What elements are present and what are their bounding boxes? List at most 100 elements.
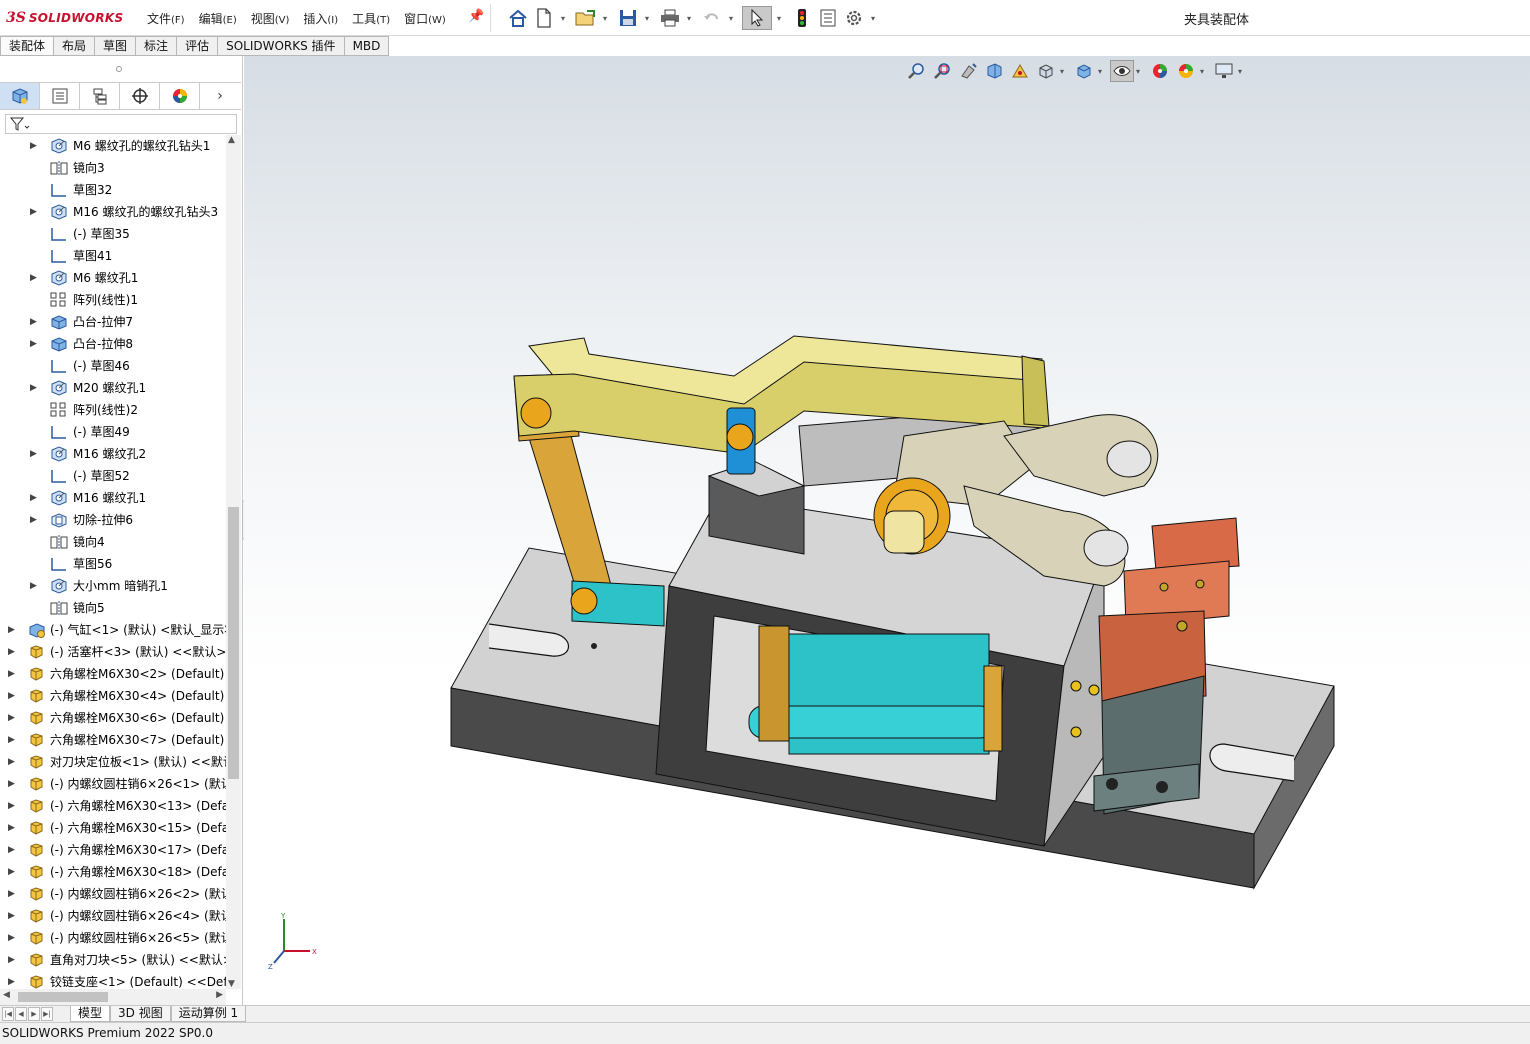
tree-item[interactable]: ▶ (-) 内螺纹圆柱销6×26<1> (默认: [0, 773, 226, 795]
expand-arrow-icon[interactable]: ▶: [30, 377, 40, 399]
horizontal-scroll-thumb[interactable]: [18, 992, 108, 1002]
command-tab-4[interactable]: 评估: [177, 36, 219, 56]
tree-item[interactable]: 草图41: [0, 245, 226, 267]
tree-item[interactable]: ▶ 对刀块定位板<1> (默认) <<默认: [0, 751, 226, 773]
new-document-icon[interactable]: [532, 6, 556, 30]
tree-item[interactable]: ▶ M16 螺纹孔的螺纹孔钻头3: [0, 201, 226, 223]
last-tab-arrow[interactable]: ▶|: [41, 1007, 53, 1021]
new-dropdown-arrow[interactable]: ▾: [558, 14, 568, 23]
scroll-right-arrow[interactable]: ▶: [216, 990, 223, 1000]
select-pointer-icon[interactable]: [742, 6, 772, 30]
expand-arrow-icon[interactable]: ▶: [8, 949, 18, 971]
panel-grip-handle[interactable]: [116, 66, 122, 72]
command-tab-2[interactable]: 草图: [95, 36, 137, 56]
expand-arrow-icon[interactable]: ▶: [30, 135, 40, 157]
command-tab-5[interactable]: SOLIDWORKS 插件: [218, 36, 345, 56]
expand-arrow-icon[interactable]: ▶: [30, 443, 40, 465]
tree-item[interactable]: 草图56: [0, 553, 226, 575]
scroll-up-arrow[interactable]: ▲: [228, 135, 235, 145]
tree-item[interactable]: ▶ (-) 活塞杆<3> (默认) <<默认>_: [0, 641, 226, 663]
tree-item[interactable]: ▶ (-) 气缸<1> (默认) <默认_显示状: [0, 619, 226, 641]
expand-arrow-icon[interactable]: ▶: [8, 839, 18, 861]
command-tab-0[interactable]: 装配体: [0, 36, 55, 56]
tree-item[interactable]: ▶ (-) 内螺纹圆柱销6×26<2> (默认: [0, 883, 226, 905]
tree-item[interactable]: (-) 草图52: [0, 465, 226, 487]
tree-item[interactable]: ▶ 切除-拉伸6: [0, 509, 226, 531]
home-icon[interactable]: [506, 6, 530, 30]
propertymanager-tab[interactable]: [40, 83, 80, 109]
options-dropdown-arrow[interactable]: ▾: [868, 14, 878, 23]
expand-arrow-icon[interactable]: ▶: [8, 795, 18, 817]
expand-arrow-icon[interactable]: ▶: [8, 663, 18, 685]
rebuild-traffic-light-icon[interactable]: [790, 6, 814, 30]
tree-item[interactable]: ▶ (-) 内螺纹圆柱销6×26<4> (默认: [0, 905, 226, 927]
expand-arrow-icon[interactable]: ▶: [30, 487, 40, 509]
expand-arrow-icon[interactable]: ▶: [8, 707, 18, 729]
tree-item[interactable]: ▶ 六角螺栓M6X30<6> (Default) -: [0, 707, 226, 729]
tree-item[interactable]: ▶ 大小mm 暗销孔1: [0, 575, 226, 597]
tree-item[interactable]: ▶ (-) 六角螺栓M6X30<13> (Defa: [0, 795, 226, 817]
tree-item[interactable]: 草图32: [0, 179, 226, 201]
expand-arrow-icon[interactable]: ▶: [30, 201, 40, 223]
tree-item[interactable]: ▶ (-) 六角螺栓M6X30<17> (Defa: [0, 839, 226, 861]
expand-arrow-icon[interactable]: ▶: [8, 861, 18, 883]
tree-item[interactable]: ▶ M6 螺纹孔的螺纹孔钻头1: [0, 135, 226, 157]
expand-arrow-icon[interactable]: ▶: [30, 267, 40, 289]
expand-arrow-icon[interactable]: ▶: [8, 927, 18, 949]
configurationmanager-tab[interactable]: [80, 83, 120, 109]
menu-item-1[interactable]: 编辑(E): [192, 10, 244, 27]
menu-item-0[interactable]: 文件(F): [140, 10, 192, 27]
first-tab-arrow[interactable]: |◀: [2, 1007, 14, 1021]
print-icon[interactable]: [658, 6, 682, 30]
tree-item[interactable]: ▶ 六角螺栓M6X30<2> (Default) -: [0, 663, 226, 685]
tree-item[interactable]: ▶ (-) 六角螺栓M6X30<18> (Defa: [0, 861, 226, 883]
bottom-tab-1[interactable]: 3D 视图: [110, 1006, 171, 1022]
dimxpert-tab[interactable]: [120, 83, 160, 109]
file-properties-icon[interactable]: [816, 6, 840, 30]
command-tab-6[interactable]: MBD: [344, 36, 390, 56]
expand-arrow-icon[interactable]: ▶: [8, 971, 18, 989]
tree-item[interactable]: 镜向4: [0, 531, 226, 553]
command-tab-1[interactable]: 布局: [54, 36, 96, 56]
tree-item[interactable]: (-) 草图35: [0, 223, 226, 245]
menu-item-4[interactable]: 工具(T): [345, 10, 397, 27]
tree-item[interactable]: ▶ 六角螺栓M6X30<4> (Default) -: [0, 685, 226, 707]
expand-arrow-icon[interactable]: ▶: [8, 729, 18, 751]
expand-arrow-icon[interactable]: ▶: [30, 509, 40, 531]
undo-icon[interactable]: [700, 6, 724, 30]
featuremanager-tab[interactable]: [0, 83, 40, 109]
save-icon[interactable]: [616, 6, 640, 30]
command-tab-3[interactable]: 标注: [136, 36, 178, 56]
expand-arrow-icon[interactable]: ▶: [8, 619, 18, 641]
expand-arrow-icon[interactable]: ▶: [8, 773, 18, 795]
tree-item[interactable]: 阵列(线性)1: [0, 289, 226, 311]
prev-tab-arrow[interactable]: ◀: [15, 1007, 27, 1021]
options-gear-icon[interactable]: [842, 6, 866, 30]
expand-arrow-icon[interactable]: ▶: [8, 641, 18, 663]
tree-item[interactable]: ▶ 凸台-拉伸8: [0, 333, 226, 355]
more-tabs-arrow[interactable]: ›: [200, 83, 240, 109]
tree-item[interactable]: ▶ (-) 内螺纹圆柱销6×26<5> (默认: [0, 927, 226, 949]
save-dropdown-arrow[interactable]: ▾: [642, 14, 652, 23]
tree-horizontal-scrollbar[interactable]: ◀ ▶: [0, 989, 226, 1005]
tree-item[interactable]: ▶ M20 螺纹孔1: [0, 377, 226, 399]
expand-arrow-icon[interactable]: ▶: [30, 575, 40, 597]
menu-item-5[interactable]: 窗口(W): [397, 10, 453, 27]
select-dropdown-arrow[interactable]: ▾: [774, 14, 784, 23]
expand-arrow-icon[interactable]: ▶: [8, 905, 18, 927]
scroll-left-arrow[interactable]: ◀: [3, 990, 10, 1000]
expand-arrow-icon[interactable]: ▶: [8, 883, 18, 905]
expand-arrow-icon[interactable]: ▶: [8, 685, 18, 707]
tree-item[interactable]: ▶ 铰链支座<1> (Default) <<Defa: [0, 971, 226, 989]
print-dropdown-arrow[interactable]: ▾: [684, 14, 694, 23]
pin-icon[interactable]: 📌: [468, 9, 484, 24]
tree-item[interactable]: ▶ M6 螺纹孔1: [0, 267, 226, 289]
tree-item[interactable]: (-) 草图49: [0, 421, 226, 443]
tree-item[interactable]: 镜向5: [0, 597, 226, 619]
menu-item-3[interactable]: 插入(I): [296, 10, 345, 27]
next-tab-arrow[interactable]: ▶: [28, 1007, 40, 1021]
tree-item[interactable]: ▶ 凸台-拉伸7: [0, 311, 226, 333]
undo-dropdown-arrow[interactable]: ▾: [726, 14, 736, 23]
tree-item[interactable]: ▶ 直角对刀块<5> (默认) <<默认>: [0, 949, 226, 971]
tree-item[interactable]: 阵列(线性)2: [0, 399, 226, 421]
